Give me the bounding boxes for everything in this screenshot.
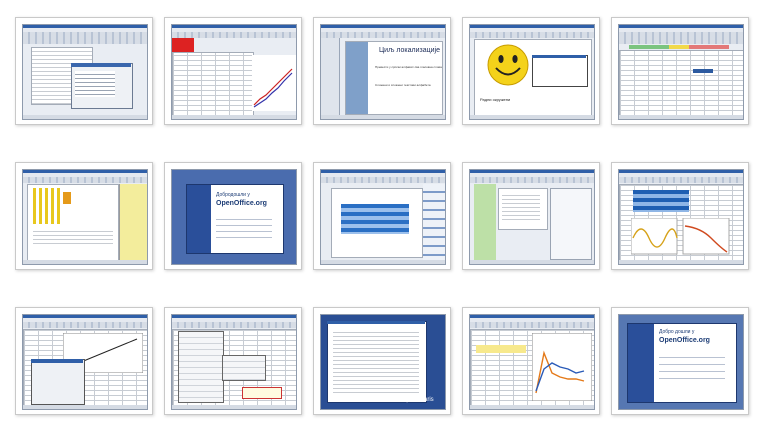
impress-slide-screenshot: Циљ локализације Превести у српски алфав…	[320, 24, 446, 120]
thumbnail-calc-dialog[interactable]	[15, 307, 153, 415]
smiley-icon	[487, 44, 529, 86]
base-form-screenshot	[469, 169, 595, 265]
writer-columns-screenshot	[22, 169, 148, 265]
slide-bullet-1: Превести у српски алфавит сва гласовна с…	[375, 65, 442, 69]
sine-chart-graphic	[631, 218, 730, 255]
thumbnail-writer-columns[interactable]	[15, 162, 153, 270]
line-chart-graphic	[252, 55, 296, 111]
calc-linechart-screenshot	[469, 314, 595, 410]
welcome-text-2: Добро дошли у	[659, 329, 695, 335]
thumbnail-calc-menu[interactable]	[164, 307, 302, 415]
thumbnail-writer-sun[interactable]: opensolaris	[313, 307, 451, 415]
draw-smiley-screenshot: Радни окружени	[469, 24, 595, 120]
impress-table-screenshot	[320, 169, 446, 265]
thumbnail-impress-slide[interactable]: Циљ локализације Превести у српски алфав…	[313, 17, 451, 125]
thumbnail-calc-sheet[interactable]	[611, 17, 749, 125]
calc-graphs-screenshot	[618, 169, 744, 265]
welcome-text: Добродошли у	[216, 192, 250, 198]
smiley-caption: Радни окружени	[480, 97, 511, 102]
thumbnail-base-form[interactable]	[462, 162, 600, 270]
screenshot-gallery: Циљ локализације Превести у српски алфав…	[0, 0, 766, 438]
opensolaris-logo: opensolaris	[403, 397, 434, 403]
thumbnail-calc-graphs[interactable]	[611, 162, 749, 270]
calc-menu-screenshot	[171, 314, 297, 410]
slide-bullet-2: Сложени и сложени текстови алфабета	[375, 83, 431, 87]
slide-title: Циљ локализације	[379, 47, 441, 54]
welcome-brand: OpenOffice.org	[216, 200, 267, 207]
thumbnail-splash[interactable]: Добродошли у OpenOffice.org	[164, 162, 302, 270]
welcome-brand-2: OpenOffice.org	[659, 337, 710, 344]
splash-screenshot: Добродошли у OpenOffice.org	[171, 169, 297, 265]
thumbnail-writer-dialog[interactable]	[15, 17, 153, 125]
line-chart-2-graphic	[532, 333, 592, 401]
thumbnail-calc-chart[interactable]	[164, 17, 302, 125]
calc-sheet-screenshot	[618, 24, 744, 120]
writer-dialog-screenshot	[22, 24, 148, 120]
writer-sun-screenshot: opensolaris	[320, 314, 446, 410]
splash-window-screenshot: Добро дошли у OpenOffice.org	[618, 314, 744, 410]
calc-dialog-screenshot	[22, 314, 148, 410]
thumbnail-splash-window[interactable]: Добро дошли у OpenOffice.org	[611, 307, 749, 415]
calc-chart-screenshot	[171, 24, 297, 120]
thumbnail-impress-table[interactable]	[313, 162, 451, 270]
thumbnail-draw-smiley[interactable]: Радни окружени	[462, 17, 600, 125]
thumbnail-calc-linechart[interactable]	[462, 307, 600, 415]
